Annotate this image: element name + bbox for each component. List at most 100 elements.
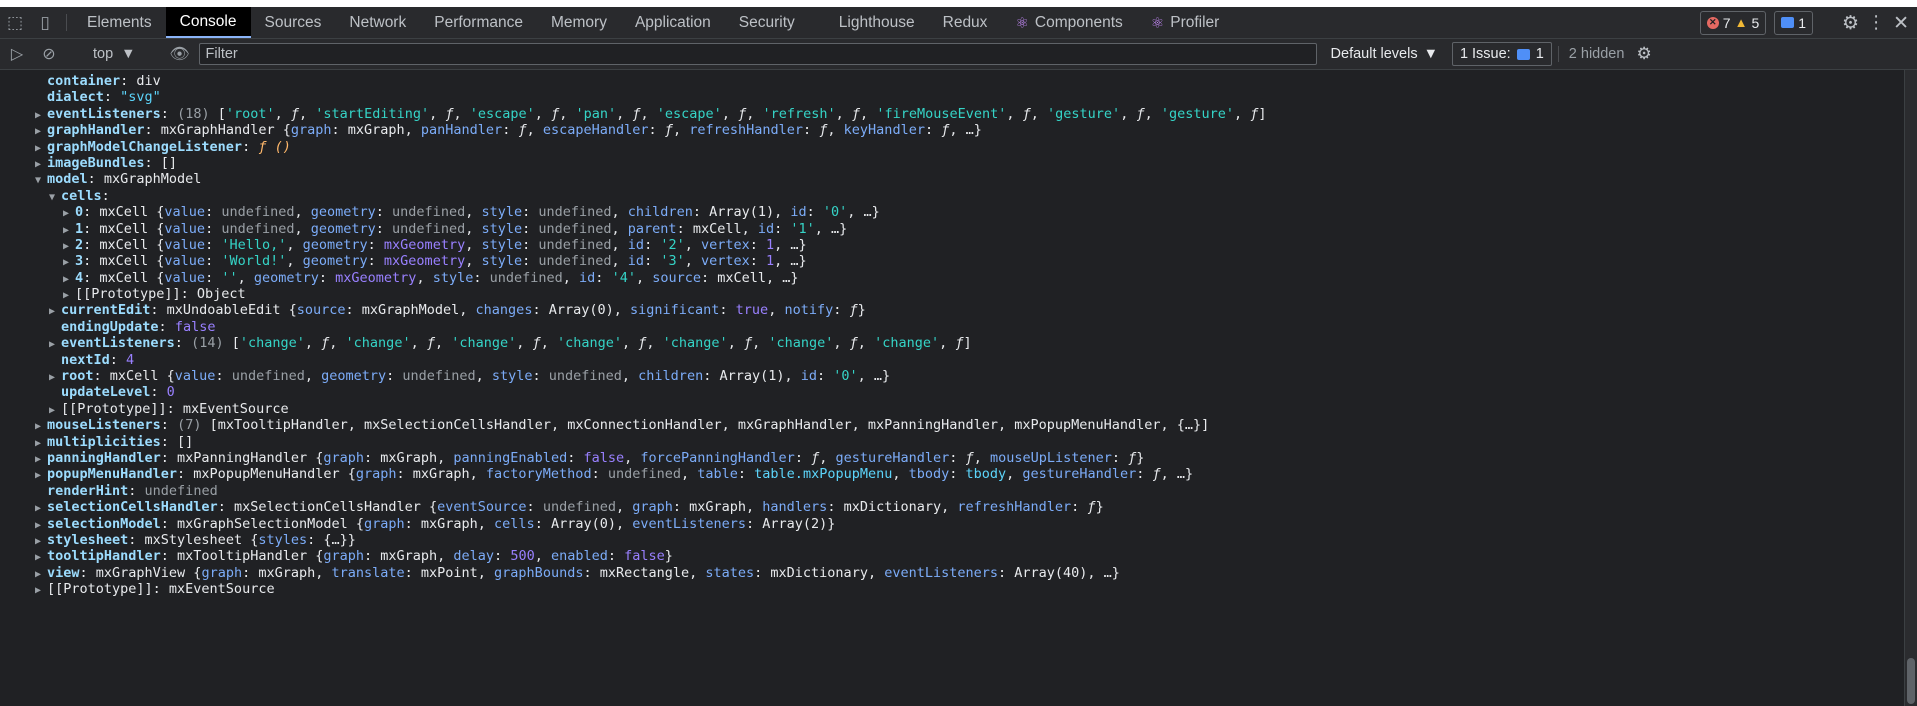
console-token: 'escape' (469, 105, 535, 122)
console-token: , (616, 105, 633, 122)
issues-button[interactable]: 1 Issue: 1 (1451, 42, 1552, 66)
console-tree-line[interactable]: ▶ selectionModel: mxGraphSelectionModel {… (0, 516, 1917, 532)
console-tree-line[interactable]: ▶ 2: mxCell {value: 'Hello,', geometry: m… (0, 237, 1917, 253)
device-toolbar-icon[interactable]: ▯ (30, 7, 60, 38)
issues-label: 1 Issue: (1459, 46, 1511, 62)
console-token: : Array(1), (703, 368, 801, 385)
tab-network[interactable]: Network (335, 7, 420, 38)
tab-components[interactable]: ⚛ Components (1001, 7, 1136, 38)
tab-elements[interactable]: Elements (73, 7, 166, 38)
console-token: source (652, 269, 701, 286)
tab-sources[interactable]: Sources (251, 7, 336, 38)
console-tree-line[interactable]: ▶ selectionCellsHandler: mxSelectionCells… (0, 499, 1917, 515)
console-token: mxGeometry (383, 253, 466, 270)
console-tree-line[interactable]: ▶ tooltipHandler: mxTooltipHandler {graph… (0, 548, 1917, 564)
console-tree-line[interactable]: ▶ imageBundles: [] (0, 155, 1917, 171)
tab-memory[interactable]: Memory (537, 7, 621, 38)
collapsed-triangle-icon[interactable]: ▶ (35, 583, 47, 599)
more-options-icon[interactable]: ⋮ (1867, 12, 1885, 33)
console-token: '0' (822, 204, 848, 221)
console-tree-line[interactable]: ▶ [[Prototype]]: Object (0, 286, 1917, 302)
console-token: geometry (321, 368, 387, 385)
console-output[interactable]: container: div dialect: "svg" ▶ eventListen… (0, 70, 1917, 706)
console-token: ƒ (426, 335, 435, 352)
tab-profiler[interactable]: ⚛ Profiler (1137, 7, 1234, 38)
console-tree-line[interactable]: ▶ popupMenuHandler: mxPopupMenuHandler {g… (0, 466, 1917, 482)
console-token: , (1144, 105, 1161, 122)
console-token: : (205, 236, 222, 253)
console-token: , …} (774, 253, 807, 270)
console-token: : (160, 105, 178, 122)
console-tree-line[interactable]: ▶ stylesheet: mxStylesheet {styles: {…}} (0, 532, 1917, 548)
expanded-triangle-icon[interactable]: ▼ (35, 173, 47, 189)
console-tree-line[interactable]: ▶ currentEdit: mxUndoableEdit {source: mx… (0, 302, 1917, 318)
console-tree-line[interactable]: ▼ cells: (0, 188, 1917, 204)
console-tree-line[interactable]: ▶ eventListeners: (18) ['root', ƒ, 'start… (0, 106, 1917, 122)
console-token: ƒ (743, 335, 753, 352)
log-levels-dropdown[interactable]: Default levels ▼ (1323, 46, 1446, 62)
tab-redux[interactable]: Redux (929, 7, 1002, 38)
console-tree-line[interactable]: ▼ model: mxGraphModel (0, 171, 1917, 187)
console-token: : (101, 187, 110, 204)
console-token: graph (290, 122, 332, 139)
live-expression-eye-icon[interactable]: 👁 (167, 44, 193, 64)
console-token: : (833, 302, 850, 319)
context-label: top (93, 46, 114, 62)
console-tree-line[interactable]: ▶ graphModelChangeListener: ƒ () (0, 139, 1917, 155)
expanded-triangle-icon[interactable]: ▼ (49, 190, 61, 206)
message-icon (1516, 48, 1530, 60)
issue-counters[interactable]: ✕ 7 ▲ 5 (1699, 10, 1767, 35)
console-token: style (481, 204, 523, 221)
console-tree-line[interactable]: ▶ 0: mxCell {value: undefined, geometry: … (0, 204, 1917, 220)
clear-console-icon[interactable]: ⊘ (36, 44, 62, 64)
console-scrollbar[interactable] (1904, 70, 1917, 706)
console-tree-line[interactable]: ▶ panningHandler: mxPanningHandler {graph… (0, 450, 1917, 466)
tab-console[interactable]: Console (165, 7, 251, 38)
console-tree-line[interactable]: ▶ 4: mxCell {value: '', geometry: mxGeome… (0, 270, 1917, 286)
close-icon[interactable]: ✕ (1893, 12, 1909, 34)
scrollbar-thumb[interactable] (1907, 658, 1915, 704)
message-counter[interactable]: 1 (1774, 10, 1814, 35)
console-tree-line[interactable]: ▶ multiplicities: [] (0, 434, 1917, 450)
console-token: 1 (75, 220, 84, 237)
console-token: [mxTooltipHandler, mxSelectionCellsHandl… (209, 417, 1210, 434)
console-token: eventListeners (884, 564, 998, 581)
tab-lighthouse[interactable]: Lighthouse (809, 7, 929, 38)
console-settings-gear-icon[interactable]: ⚙ (1636, 44, 1651, 64)
context-selector[interactable]: top ▼ (87, 46, 142, 62)
console-token: value (164, 204, 206, 221)
console-token: 'fireMouseEvent' (876, 105, 1007, 122)
console-tree-line[interactable]: ▶ [[Prototype]]: mxEventSource (0, 401, 1917, 417)
tab-application[interactable]: Application (621, 7, 725, 38)
console-tree-line[interactable]: ▶ [[Prototype]]: mxEventSource (0, 581, 1917, 597)
console-token: : mxTooltipHandler { (160, 548, 324, 565)
console-token: undefined (538, 220, 612, 237)
console-token: , …} (814, 220, 848, 237)
console-token: 'change' (662, 335, 728, 352)
tab-performance[interactable]: Performance (420, 7, 537, 38)
console-token: (18) (177, 105, 218, 122)
console-tree-line[interactable]: ▶ graphHandler: mxGraphHandler {graph: mx… (0, 122, 1917, 138)
hidden-messages-count: 2 hidden (1557, 46, 1631, 62)
settings-gear-icon[interactable]: ⚙ (1842, 12, 1859, 34)
console-tree-line[interactable]: ▶ eventListeners: (14) ['change', ƒ, 'cha… (0, 335, 1917, 351)
inspect-element-icon[interactable]: ⬚ (0, 7, 30, 38)
console-token: undefined (392, 220, 466, 237)
console-token: translate (331, 564, 405, 581)
console-tree-line[interactable]: ▶ 1: mxCell {value: undefined, geometry: … (0, 221, 1917, 237)
console-token: significant (630, 302, 720, 319)
console-tree-line[interactable]: ▶ 3: mxCell {value: 'World!', geometry: m… (0, 253, 1917, 269)
tab-security[interactable]: Security (725, 7, 809, 38)
console-tree-line[interactable]: ▶ mouseListeners: (7) [mxTooltipHandler, … (0, 417, 1917, 433)
console-tree-line[interactable]: ▶ root: mxCell {value: undefined, geometr… (0, 368, 1917, 384)
sidebar-toggle-icon[interactable]: ▷ (4, 44, 30, 64)
console-token: 'change' (451, 335, 517, 352)
console-token: tbody (908, 466, 950, 483)
console-token: vertex (700, 253, 750, 270)
console-token: 0 (75, 204, 84, 221)
console-tree-line[interactable]: ▶ view: mxGraphView {graph: mxGraph, tran… (0, 565, 1917, 581)
filter-input[interactable] (198, 43, 1317, 65)
console-token: id (627, 236, 645, 253)
console-token: : (949, 466, 966, 483)
console-token: : mxCell { (83, 204, 165, 221)
